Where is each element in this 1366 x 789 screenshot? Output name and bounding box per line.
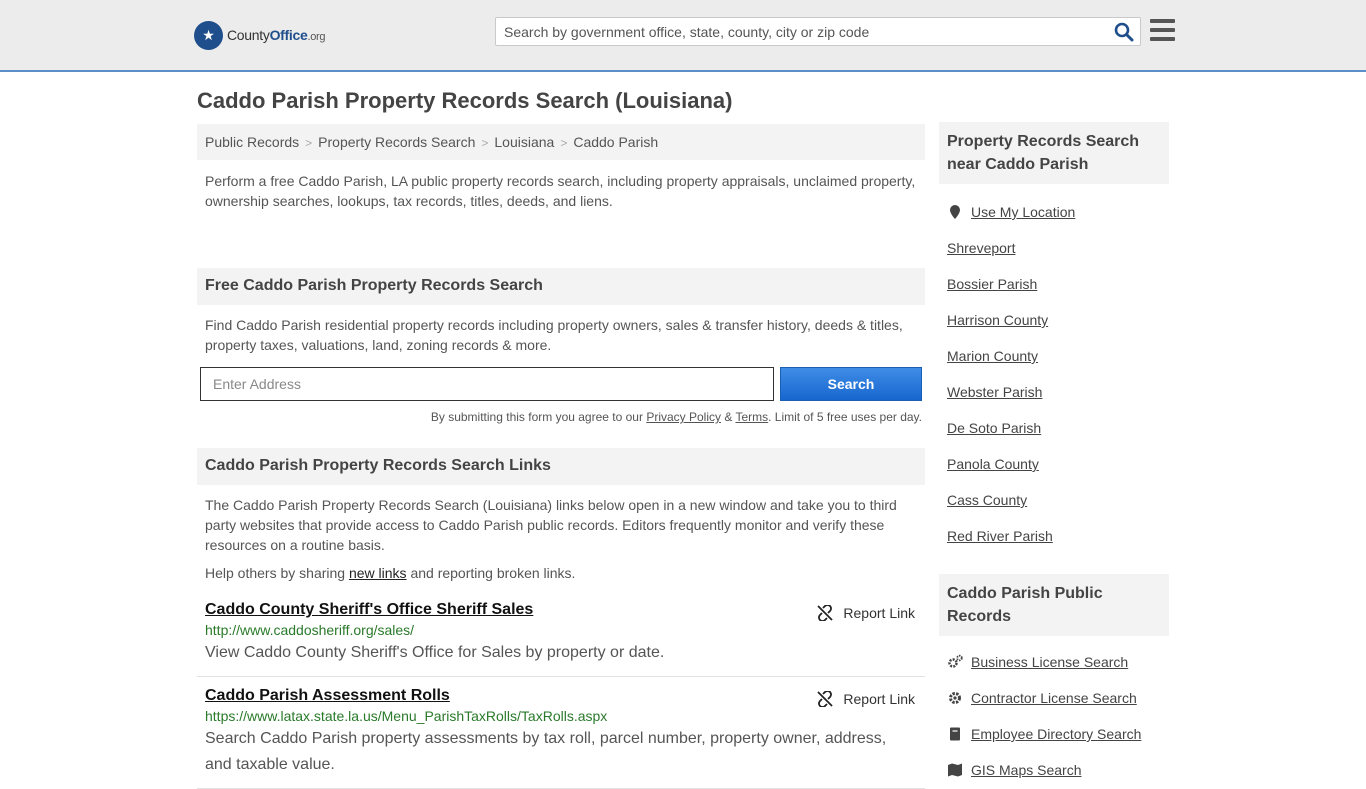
public-record-item[interactable]: Contractor License Search xyxy=(947,680,1161,716)
nearby-list: Use My Location Shreveport Bossier Paris… xyxy=(939,184,1169,554)
new-links-link[interactable]: new links xyxy=(349,565,407,581)
top-bar: ★ CountyOffice.org xyxy=(0,0,1366,72)
logo-emblem-icon: ★ xyxy=(194,20,223,50)
nearby-item[interactable]: Webster Parish xyxy=(947,374,1161,410)
breadcrumb: Public Records > Property Records Search > L… xyxy=(197,124,925,160)
book-icon xyxy=(950,727,960,741)
report-link-button[interactable]: Report Link xyxy=(817,691,915,707)
privacy-policy-link[interactable]: Privacy Policy xyxy=(646,410,721,424)
free-search-text: Find Caddo Parish residential property r… xyxy=(205,317,903,353)
main-content: Public Records > Property Records Search > L… xyxy=(197,124,925,789)
result-title-link[interactable]: Caddo Parish Assessment Rolls xyxy=(205,687,450,705)
form-terms-note: By submitting this form you agree to our… xyxy=(430,410,922,424)
broken-link-icon xyxy=(817,691,834,707)
nearby-item[interactable]: Red River Parish xyxy=(947,518,1161,554)
report-link-button[interactable]: Report Link xyxy=(817,605,915,621)
public-record-item[interactable]: GIS Maps Search xyxy=(947,752,1161,788)
nearby-heading: Property Records Search near Caddo Paris… xyxy=(939,122,1169,184)
links-heading: Caddo Parish Property Records Search Lin… xyxy=(197,448,925,485)
nearby-item[interactable]: Panola County xyxy=(947,446,1161,482)
map-icon xyxy=(948,763,962,777)
public-record-item[interactable]: Employee Directory Search xyxy=(947,716,1161,752)
result-url: https://www.latax.state.la.us/Menu_Paris… xyxy=(205,708,608,724)
site-search-input[interactable] xyxy=(496,18,1096,45)
result-url: http://www.caddosheriff.org/sales/ xyxy=(205,622,415,638)
hamburger-menu-icon[interactable] xyxy=(1150,19,1175,41)
gear-icon xyxy=(949,692,961,704)
breadcrumb-property-records[interactable]: Property Records Search xyxy=(318,134,475,150)
result-item: Caddo Parish Assessment Rolls Report Lin… xyxy=(197,677,925,789)
links-intro-text: The Caddo Parish Property Records Search… xyxy=(205,497,897,553)
nearby-item[interactable]: Cass County xyxy=(947,482,1161,518)
public-records-heading: Caddo Parish Public Records xyxy=(939,574,1169,636)
result-description: Search Caddo Parish property assessments… xyxy=(205,730,887,773)
gears-icon xyxy=(948,654,963,668)
location-pin-icon xyxy=(950,205,960,219)
site-search xyxy=(495,17,1141,46)
use-location-link[interactable]: Use My Location xyxy=(971,204,1075,220)
nearby-item[interactable]: Bossier Parish xyxy=(947,266,1161,302)
nearby-item[interactable]: Harrison County xyxy=(947,302,1161,338)
address-search-form: Search xyxy=(197,355,925,401)
result-description: View Caddo County Sheriff's Office for S… xyxy=(205,644,665,661)
free-search-heading: Free Caddo Parish Property Records Searc… xyxy=(197,268,925,305)
breadcrumb-public-records[interactable]: Public Records xyxy=(205,134,299,150)
logo-text: CountyOffice.org xyxy=(227,27,326,43)
sidebar: Property Records Search near Caddo Paris… xyxy=(939,122,1169,788)
use-location-item[interactable]: Use My Location xyxy=(947,194,1161,230)
site-logo[interactable]: ★ CountyOffice.org xyxy=(194,20,326,50)
search-icon[interactable] xyxy=(1114,22,1134,42)
address-input[interactable] xyxy=(200,367,774,401)
broken-link-icon xyxy=(817,605,834,621)
intro-text: Perform a free Caddo Parish, LA public p… xyxy=(205,173,916,209)
breadcrumb-louisiana[interactable]: Louisiana xyxy=(494,134,554,150)
public-record-item[interactable]: Business License Search xyxy=(947,644,1161,680)
result-item: Caddo County Sheriff's Office Sheriff Sa… xyxy=(197,601,925,677)
breadcrumb-caddo-parish[interactable]: Caddo Parish xyxy=(573,134,658,150)
result-title-link[interactable]: Caddo County Sheriff's Office Sheriff Sa… xyxy=(205,601,533,619)
terms-link[interactable]: Terms xyxy=(735,410,768,424)
address-search-button[interactable]: Search xyxy=(780,367,922,401)
nearby-item[interactable]: De Soto Parish xyxy=(947,410,1161,446)
nearby-item[interactable]: Shreveport xyxy=(947,230,1161,266)
page-title: Caddo Parish Property Records Search (Lo… xyxy=(197,88,733,113)
public-records-list: Business License Search Contractor Licen… xyxy=(939,636,1169,788)
nearby-item[interactable]: Marion County xyxy=(947,338,1161,374)
help-line: Help others by sharing new links and rep… xyxy=(205,565,576,581)
